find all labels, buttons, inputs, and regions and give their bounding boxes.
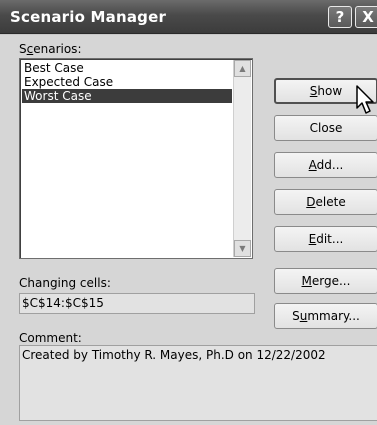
add-button[interactable]: Add... <box>274 152 377 178</box>
window-title: Scenario Manager <box>10 8 167 26</box>
changing-cells-label: Changing cells: <box>19 276 111 290</box>
summary-button[interactable]: Summary... <box>274 303 377 329</box>
scroll-up-icon[interactable]: ▲ <box>234 60 251 77</box>
comment-field: Created by Timothy R. Mayes, Ph.D on 12/… <box>19 345 377 421</box>
list-item-selected[interactable]: Worst Case <box>22 89 232 103</box>
list-item[interactable]: Best Case <box>22 61 232 75</box>
scroll-down-icon[interactable]: ▼ <box>234 240 251 257</box>
delete-button[interactable]: Delete <box>274 189 377 215</box>
scenarios-listbox[interactable]: Best Case Expected Case Worst Case ▲ ▼ <box>19 58 253 259</box>
title-bar: Scenario Manager ? X <box>0 0 377 34</box>
comment-label: Comment: <box>19 331 82 345</box>
mouse-pointer-icon <box>356 85 374 114</box>
help-button[interactable]: ? <box>328 6 352 28</box>
merge-button[interactable]: Merge... <box>274 268 377 294</box>
close-button[interactable]: Close <box>274 115 377 141</box>
scenarios-label: Scenarios: <box>19 42 82 56</box>
edit-button[interactable]: Edit... <box>274 226 377 252</box>
vertical-scrollbar[interactable]: ▲ ▼ <box>233 60 251 257</box>
close-window-button[interactable]: X <box>355 6 377 28</box>
list-item[interactable]: Expected Case <box>22 75 232 89</box>
changing-cells-field: $C$14:$C$15 <box>19 293 255 314</box>
